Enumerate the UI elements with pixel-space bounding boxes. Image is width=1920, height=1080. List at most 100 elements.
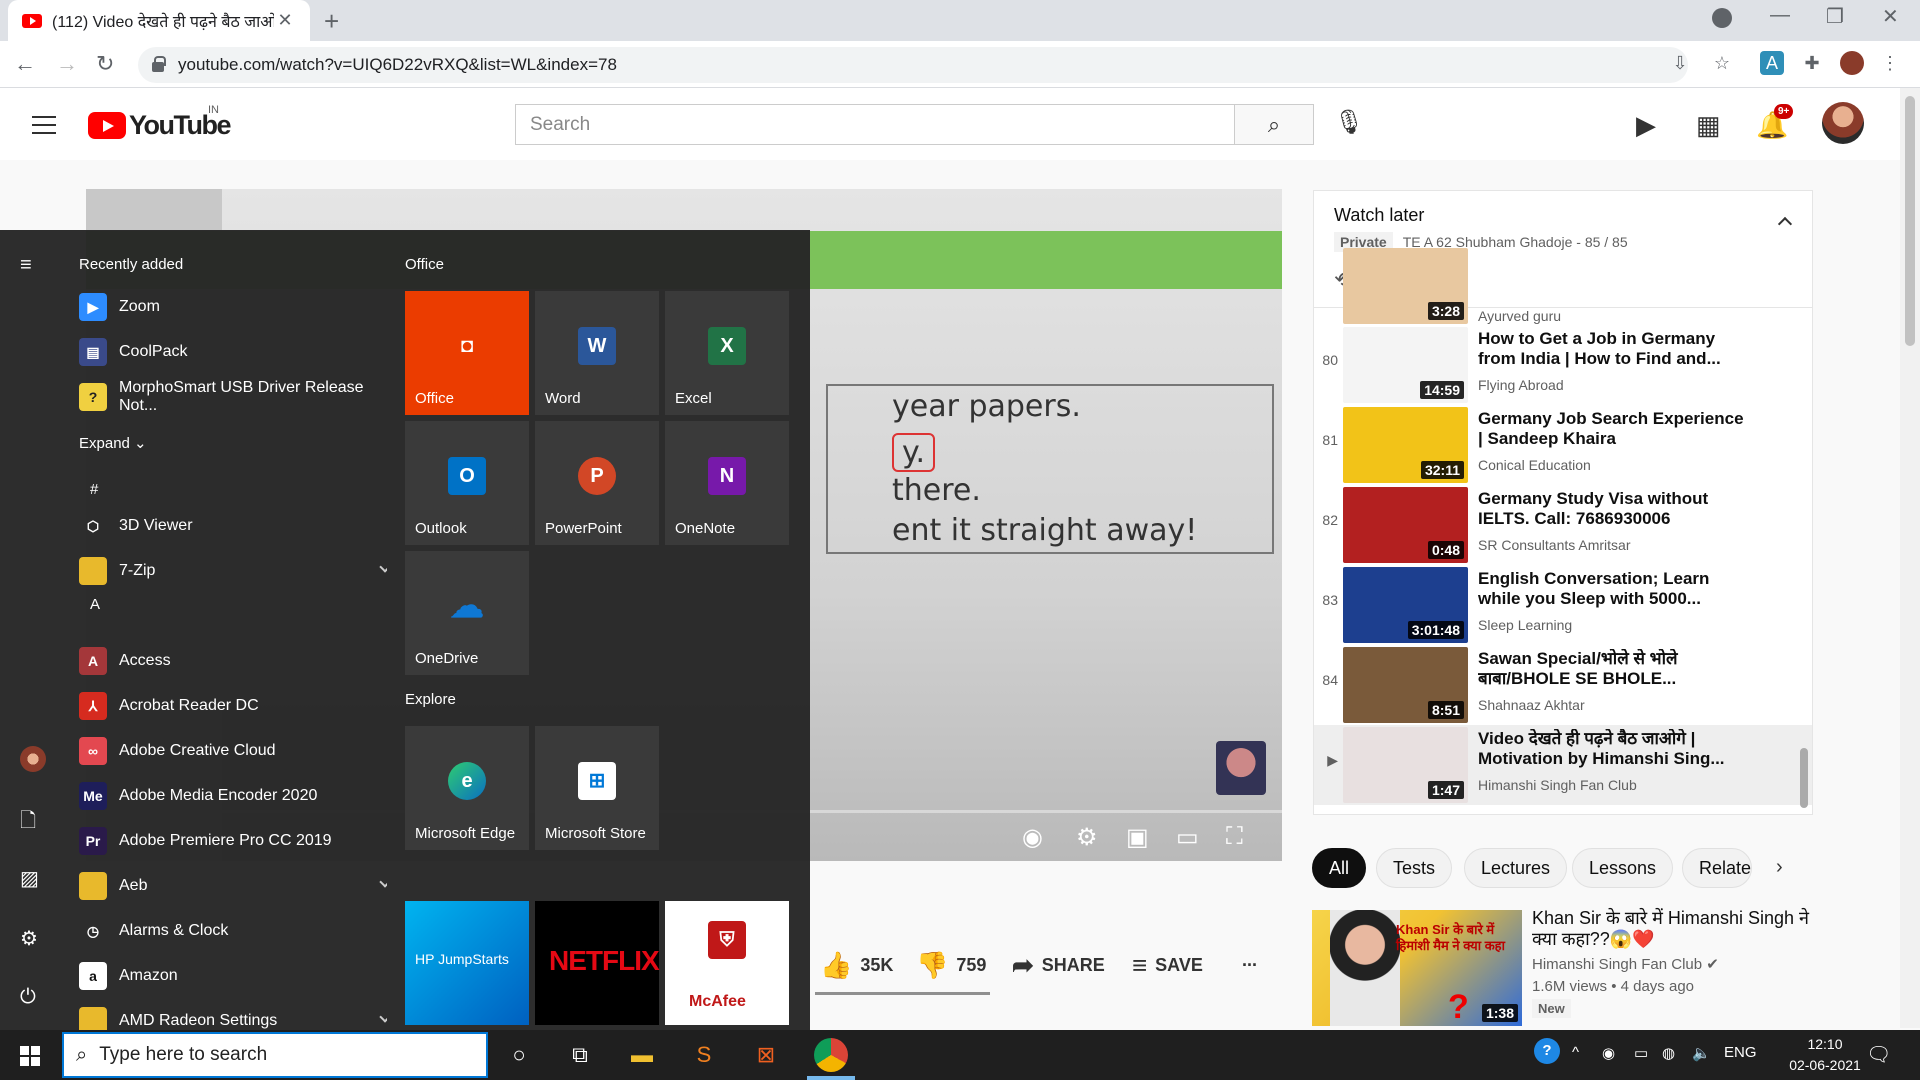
tile-mcafee[interactable]: ⛨ McAfee — [665, 901, 789, 1025]
task-view-icon[interactable]: ⧉ — [564, 1040, 596, 1070]
recommendation-thumbnail[interactable]: Khan Sir के बारे में हिमांशी मैम ने क्या… — [1312, 910, 1522, 1026]
app-adobe-creative-cloud[interactable]: ∞ Adobe Creative Cloud — [79, 731, 387, 771]
share-button[interactable]: ➦ SHARE — [1012, 950, 1105, 981]
chrome-menu-icon[interactable]: ⋮ — [1878, 51, 1902, 75]
help-icon[interactable]: ? — [1534, 1038, 1560, 1064]
tile-powerpoint[interactable]: P PowerPoint — [535, 421, 659, 545]
tile-onenote[interactable]: N OneNote — [665, 421, 789, 545]
documents-icon[interactable]: 🗋 — [20, 806, 36, 840]
list-item[interactable]: 83 3:01:48 English Conversation; Learn whi… — [1314, 565, 1812, 645]
recommendation-channel[interactable]: Himanshi Singh Fan Club ✔ — [1532, 955, 1719, 973]
list-item[interactable]: 3:28 Ayurved guru — [1314, 248, 1812, 325]
chips-next-icon[interactable]: › — [1776, 856, 1783, 879]
close-window-icon[interactable]: ✕ — [1882, 4, 1899, 29]
more-actions-button[interactable]: ... — [1242, 950, 1257, 971]
tile-onedrive[interactable]: ☁ OneDrive — [405, 551, 529, 675]
power-icon[interactable]: ⏻ — [20, 986, 36, 1009]
settings-gear-icon[interactable]: ⚙ — [20, 926, 38, 951]
pictures-icon[interactable]: ▨ — [20, 866, 39, 891]
chevron-down-icon[interactable] — [379, 1011, 387, 1023]
extensions-puzzle-icon[interactable]: ✚ — [1800, 51, 1824, 75]
fullscreen-icon[interactable]: ⛶ — [1226, 823, 1243, 851]
user-account-icon[interactable] — [20, 746, 46, 772]
app-3d-viewer[interactable]: ⬡ 3D Viewer — [79, 506, 387, 546]
tile-hp-jumpstarts[interactable]: HP JumpStarts — [405, 901, 529, 1025]
menu-icon[interactable] — [32, 116, 56, 140]
miniplayer-icon[interactable]: ▣ — [1126, 823, 1149, 852]
recommendation-title[interactable]: Khan Sir के बारे में Himanshi Singh ने क… — [1532, 908, 1812, 950]
extension-icon[interactable]: A — [1760, 51, 1784, 75]
list-item[interactable]: 81 32:11 Germany Job Search Experience | S… — [1314, 405, 1812, 485]
maximize-icon[interactable]: ❐ — [1826, 4, 1844, 29]
theater-mode-icon[interactable]: ▭ — [1176, 823, 1199, 852]
taskbar-search-input[interactable]: ⌕ Type here to search — [62, 1032, 488, 1078]
avatar[interactable] — [1822, 102, 1864, 144]
minimize-icon[interactable]: — — [1770, 4, 1790, 27]
tile-netflix[interactable]: NETFLIX — [535, 901, 660, 1025]
back-icon[interactable]: ← — [14, 51, 36, 77]
list-item[interactable]: 82 0:48 Germany Study Visa without IELTS. … — [1314, 485, 1812, 565]
install-icon[interactable]: ⇩ — [1668, 51, 1692, 75]
new-tab-button[interactable]: + — [324, 6, 339, 37]
mic-icon[interactable]: 🎙 — [1334, 108, 1364, 137]
tile-word[interactable]: W Word — [535, 291, 659, 415]
app-acrobat-reader-dc[interactable]: ⅄ Acrobat Reader DC — [79, 686, 387, 726]
volume-icon[interactable]: 🔈 — [1692, 1044, 1711, 1062]
playlist-title[interactable]: Watch later — [1334, 205, 1424, 226]
forward-icon[interactable]: → — [56, 51, 78, 77]
language-indicator[interactable]: ENG — [1724, 1044, 1757, 1061]
autoplay-toggle-icon[interactable]: ◉ — [1022, 823, 1043, 852]
sublime-text-icon[interactable]: S — [688, 1040, 720, 1070]
chip-related[interactable]: Relate — [1682, 848, 1752, 888]
file-explorer-icon[interactable]: ▬ — [626, 1040, 658, 1070]
app-adobe-premiere-pro-cc-2019[interactable]: Pr Adobe Premiere Pro CC 2019 — [79, 821, 387, 861]
app-alarms-clock[interactable]: ◷ Alarms & Clock — [79, 911, 387, 951]
playlist-scrollbar[interactable] — [1800, 748, 1808, 808]
xampp-icon[interactable]: ⊠ — [750, 1040, 782, 1070]
create-video-icon[interactable]: ▶ — [1636, 110, 1656, 141]
youtube-logo[interactable]: YouTube IN — [88, 104, 231, 141]
list-item[interactable]: 84 8:51 Sawan Special/भोले से भोले बाबा/BH… — [1314, 645, 1812, 725]
page-scrollbar[interactable] — [1900, 88, 1920, 1028]
browser-tab[interactable]: (112) Video देखते ही पढ़ने बैठ जाओ ✕ — [8, 0, 310, 41]
dislike-button[interactable]: 👎 759 — [916, 950, 986, 981]
tile-office[interactable]: ◘ Office — [405, 291, 529, 415]
app-amazon[interactable]: a Amazon — [79, 956, 387, 996]
reload-icon[interactable]: ↻ — [96, 51, 114, 77]
network-globe-icon[interactable]: ◍ — [1662, 1044, 1675, 1062]
list-item[interactable]: 80 14:59 How to Get a Job in Germany from … — [1314, 325, 1812, 405]
start-menu-expand-icon[interactable]: ≡ — [20, 254, 32, 277]
app-zoom[interactable]: ▶ Zoom — [79, 287, 387, 327]
app-amd-radeon-settings[interactable]: AMD Radeon Settings — [79, 1001, 387, 1030]
chip-all[interactable]: All — [1312, 848, 1367, 888]
tile-outlook[interactable]: O Outlook — [405, 421, 529, 545]
tile-microsoft-edge[interactable]: e Microsoft Edge — [405, 726, 529, 850]
app-adobe-media-encoder-2020[interactable]: Me Adobe Media Encoder 2020 — [79, 776, 387, 816]
windows-start-icon[interactable] — [20, 1046, 40, 1066]
chrome-taskbar-icon[interactable] — [814, 1038, 848, 1072]
tile-excel[interactable]: X Excel — [665, 291, 789, 415]
settings-gear-icon[interactable]: ⚙ — [1076, 823, 1098, 852]
tray-app-icon[interactable]: ◉ — [1602, 1044, 1615, 1062]
show-hidden-icons-chevron[interactable]: ^ — [1572, 1044, 1579, 1061]
tab-close-icon[interactable]: ✕ — [274, 10, 296, 31]
search-input[interactable]: Search — [515, 104, 1235, 145]
address-bar[interactable]: youtube.com/watch?v=UIQ6D22vRXQ&list=WL&… — [138, 47, 1688, 83]
section-hash[interactable]: # — [90, 481, 98, 498]
chip-tests[interactable]: Tests — [1376, 848, 1453, 888]
app-aeb[interactable]: Aeb — [79, 866, 387, 906]
notification-center-icon[interactable]: 🗨 — [1866, 1042, 1891, 1067]
chip-lessons[interactable]: Lessons — [1572, 848, 1674, 888]
tile-microsoft-store[interactable]: ⊞ Microsoft Store — [535, 726, 659, 850]
app-coolpack[interactable]: ▤ CoolPack — [79, 332, 387, 372]
chevron-down-icon[interactable] — [379, 876, 387, 888]
section-letter-a[interactable]: A — [90, 596, 100, 613]
bookmark-star-icon[interactable]: ☆ — [1710, 51, 1734, 75]
expand-button[interactable]: Expand ⌄ — [79, 434, 147, 452]
chip-lectures[interactable]: Lectures — [1464, 848, 1568, 888]
collapse-chevron-icon[interactable] — [1777, 216, 1793, 232]
battery-icon[interactable]: ▭ — [1634, 1044, 1648, 1062]
search-button[interactable]: ⌕ — [1234, 104, 1314, 145]
list-item[interactable]: ▶ 1:47 Video देखते ही पढ़ने बैठ जाओगे | Mo… — [1314, 725, 1812, 805]
app-morphosmart[interactable]: ? MorphoSmart USB Driver Release Not... — [79, 377, 387, 417]
